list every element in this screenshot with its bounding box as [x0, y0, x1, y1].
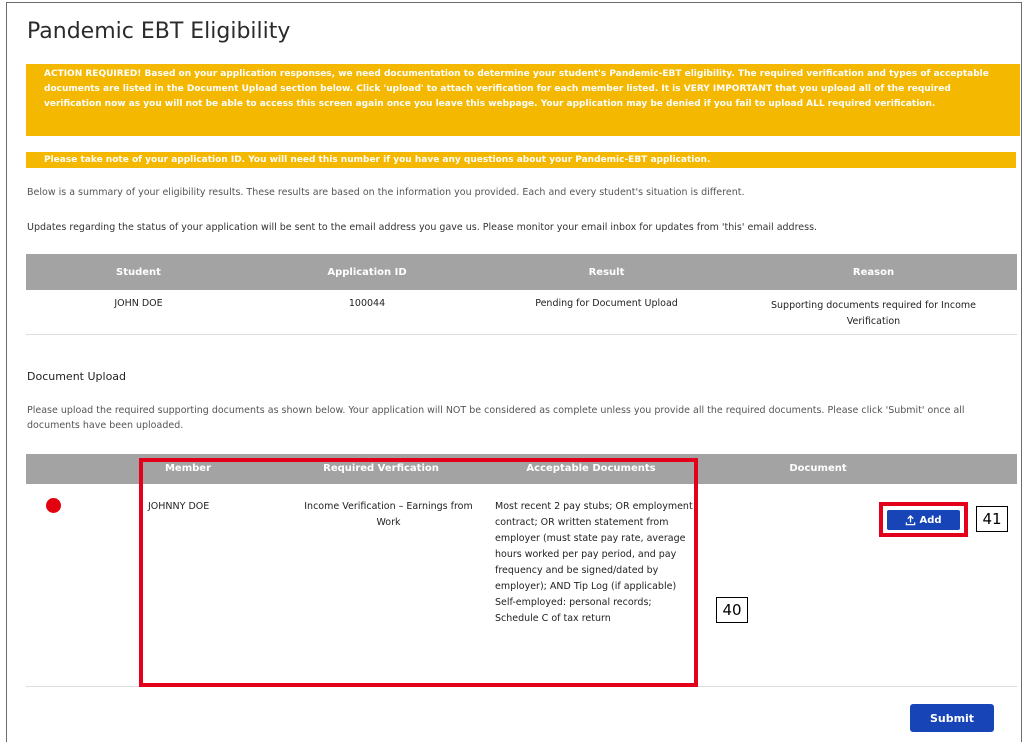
action-required-banner: ACTION REQUIRED! Based on your applicati… — [26, 64, 1020, 136]
application-id: 100044 — [251, 290, 483, 335]
highlight-box-add-button: Add — [879, 502, 968, 537]
header-reason: Reason — [730, 254, 1017, 290]
document-upload-title: Document Upload — [27, 370, 127, 383]
results-header-row: Student Application ID Result Reason — [26, 254, 1017, 290]
result-reason: Supporting documents required for Income… — [730, 290, 1017, 335]
table-row: JOHN DOE 100044 Pending for Document Upl… — [26, 290, 1017, 335]
document-upload-instructions: Please upload the required supporting do… — [27, 405, 965, 431]
summary-text: Below is a summary of your eligibility r… — [27, 187, 745, 198]
status-indicator-dot — [46, 498, 61, 513]
highlight-box-verification-documents — [139, 458, 698, 687]
header-student: Student — [26, 254, 251, 290]
annotation-tag-40: 40 — [716, 597, 748, 623]
annotation-tag-41: 41 — [976, 506, 1008, 532]
updates-text: Updates regarding the status of your app… — [27, 222, 818, 233]
application-id-note-banner: Please take note of your application ID.… — [26, 152, 1016, 168]
header-document: Document — [789, 463, 847, 474]
page-title: Pandemic EBT Eligibility — [27, 19, 291, 44]
add-button-label: Add — [919, 514, 942, 526]
student-name: JOHN DOE — [26, 290, 251, 335]
add-document-button[interactable]: Add — [887, 510, 960, 530]
header-application-id: Application ID — [251, 254, 483, 290]
upload-icon — [906, 514, 916, 525]
submit-button[interactable]: Submit — [910, 704, 994, 732]
eligibility-results-table: Student Application ID Result Reason JOH… — [26, 254, 1017, 335]
header-result: Result — [483, 254, 730, 290]
result-status: Pending for Document Upload — [483, 290, 730, 335]
